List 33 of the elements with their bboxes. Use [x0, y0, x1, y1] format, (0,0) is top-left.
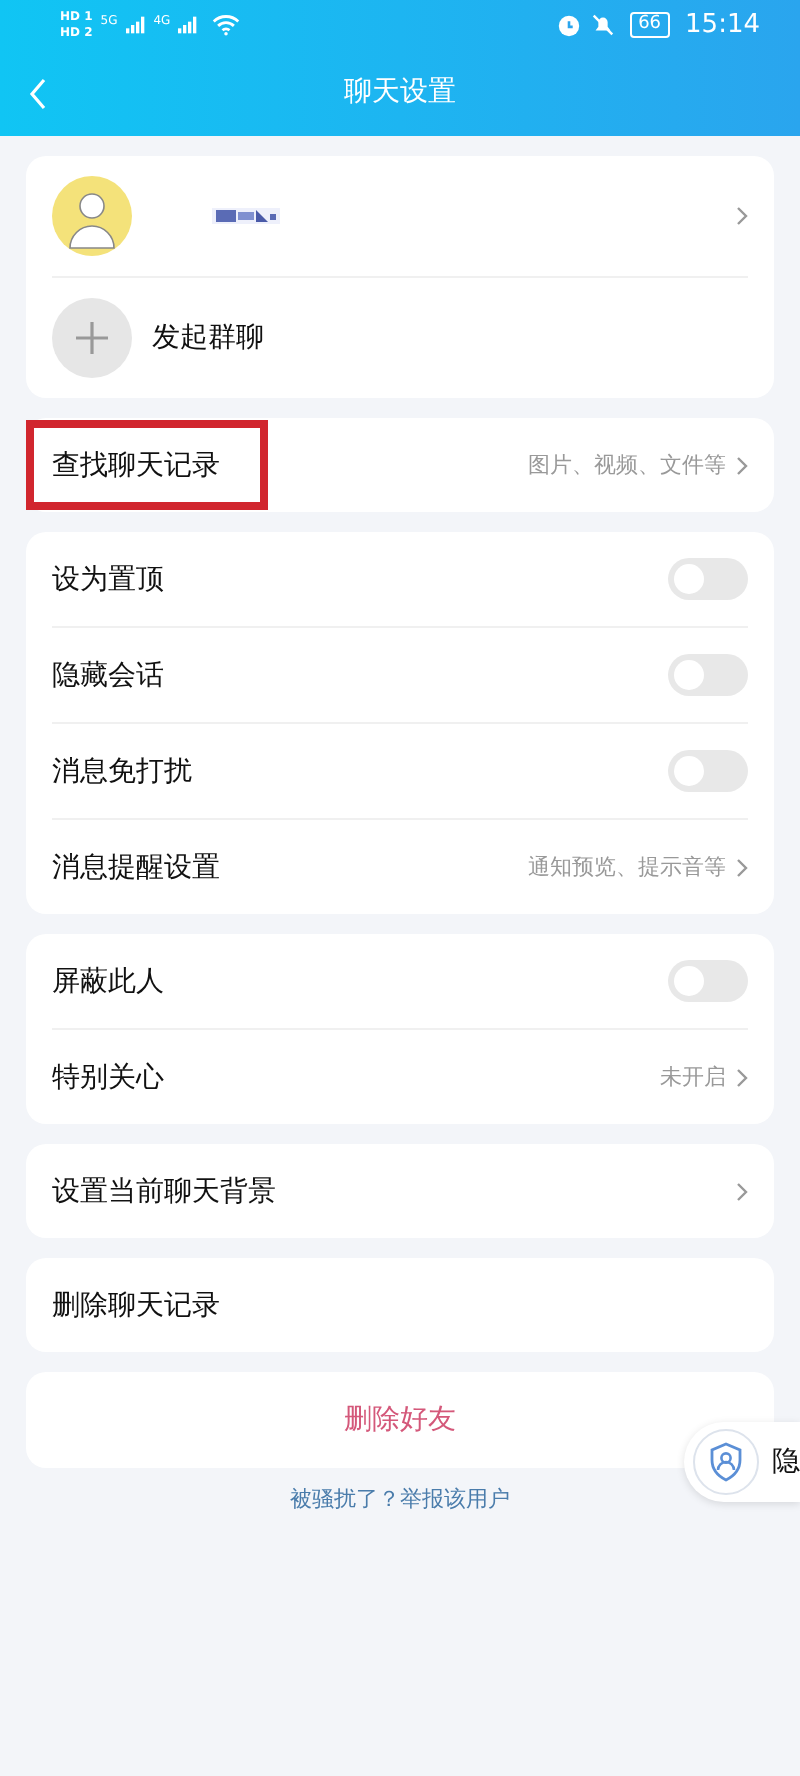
setting-label[interactable]: 屏蔽此人 [52, 963, 164, 999]
delete-friend-button[interactable]: 删除好友 [26, 1372, 774, 1468]
shield-user-icon [692, 1428, 760, 1496]
status-time: 15:14 [685, 9, 760, 39]
signal-icon [125, 15, 146, 33]
setting-label[interactable]: 特别关心 [52, 1059, 164, 1095]
mute-icon [590, 11, 617, 37]
chevron-icon[interactable] [736, 1067, 748, 1087]
setting-label[interactable]: 设为置顶 [52, 561, 164, 597]
chevron-icon[interactable] [736, 1181, 748, 1201]
signal-icon [178, 15, 199, 33]
report-link[interactable]: 被骚扰了？举报该用户 [290, 1484, 510, 1514]
setting-label[interactable]: 删除聊天记录 [52, 1287, 220, 1323]
pill-label: 隐 [772, 1444, 800, 1480]
floating-pill[interactable]: 隐 [684, 1422, 800, 1502]
setting-label[interactable]: 查找聊天记录 [52, 447, 220, 483]
battery-indicator: 66 [630, 11, 670, 37]
setting-label[interactable]: 设置当前聊天背景 [52, 1173, 276, 1209]
chevron-icon [736, 206, 748, 226]
new-group-row[interactable]: 发起群聊 [52, 276, 748, 398]
avatar-icon [52, 176, 132, 256]
chevron-icon[interactable] [736, 455, 748, 475]
alarm-icon [556, 11, 583, 37]
wifi-icon [212, 13, 241, 35]
setting-value: 未开启 [660, 1062, 726, 1092]
setting-label[interactable]: 隐藏会话 [52, 657, 164, 693]
setting-label[interactable]: 消息提醒设置 [52, 849, 220, 885]
screen-title: 聊天设置 [344, 74, 456, 110]
plus-icon [52, 298, 132, 378]
setting-label[interactable]: 消息免打扰 [52, 753, 192, 789]
setting-value: 通知预览、提示音等 [528, 852, 726, 882]
setting-value: 图片、视频、文件等 [528, 450, 726, 480]
chevron-icon[interactable] [736, 857, 748, 877]
